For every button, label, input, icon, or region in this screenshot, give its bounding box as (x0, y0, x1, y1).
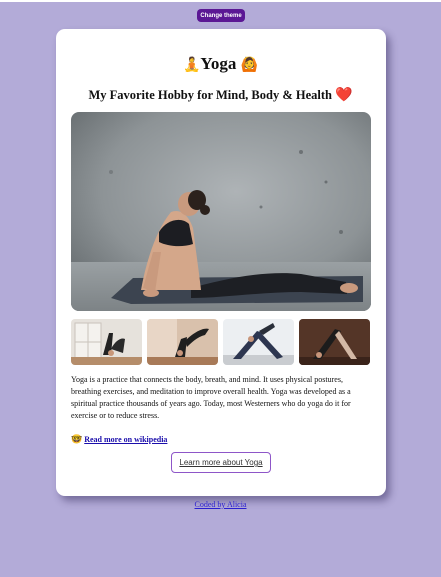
top-edge-line (0, 0, 441, 2)
meditation-emoji-icon: 🧘 (182, 57, 201, 73)
change-theme-button[interactable]: Change theme (197, 9, 245, 22)
wiki-line: 🤓 Read more on wikipedia (71, 434, 167, 446)
thumbnail-image[interactable] (71, 319, 142, 365)
hero-yoga-image (71, 112, 371, 311)
wikipedia-link[interactable]: Read more on wikipedia (84, 435, 167, 444)
thumbnail-image[interactable] (223, 319, 294, 365)
page-title-text: Yoga (200, 54, 237, 73)
thumbnail-image[interactable] (299, 319, 370, 365)
footer: Coded by Alicia (0, 500, 441, 509)
page-title: 🧘Yoga 🙆 (0, 52, 441, 77)
yoga-description: Yoga is a practice that connects the bod… (71, 375, 351, 420)
page-subtitle: My Favorite Hobby for Mind, Body & Healt… (0, 86, 441, 104)
footer-credit-link[interactable]: Coded by Alicia (195, 500, 247, 509)
person-gesturing-emoji-icon: 🙆 (240, 57, 259, 73)
nerd-face-emoji-icon: 🤓 (71, 435, 83, 445)
learn-more-button-label: Learn more about Yoga (179, 458, 263, 467)
thumbnail-image[interactable] (147, 319, 218, 365)
learn-more-button[interactable]: Learn more about Yoga (171, 452, 271, 473)
heart-emoji-icon: ❤️ (335, 87, 353, 103)
page-subtitle-text: My Favorite Hobby for Mind, Body & Healt… (88, 88, 332, 102)
